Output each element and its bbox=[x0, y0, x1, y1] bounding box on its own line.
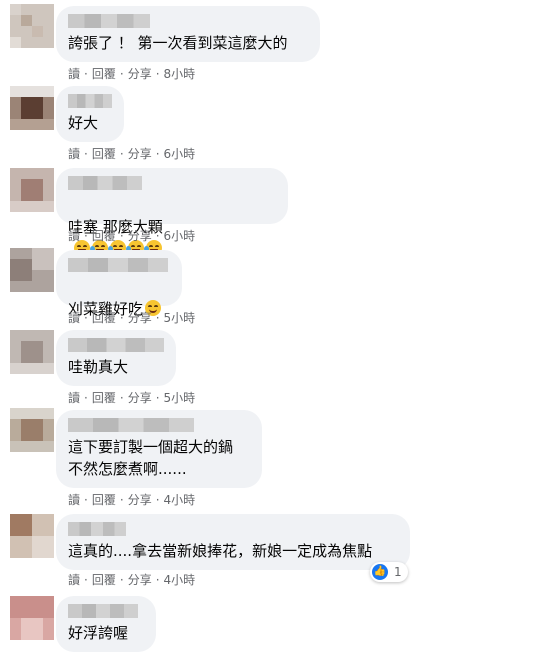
avatar[interactable] bbox=[10, 596, 54, 640]
like-icon: 👍 bbox=[372, 564, 388, 580]
comment-bubble: 好大 bbox=[56, 86, 124, 142]
comment-text: 這下要訂製一個超大的鍋 不然怎麼煮啊...... bbox=[68, 438, 234, 478]
comment-text: 好大 bbox=[68, 114, 99, 132]
comment-text: 這真的....拿去當新娘捧花，新娘一定成為焦點 bbox=[68, 542, 373, 560]
comment-actions: 讀 · 回覆 · 分享 · 5小時 bbox=[68, 390, 196, 406]
reply-link[interactable]: 回覆 bbox=[92, 572, 116, 588]
comment-actions: 讀 · 回覆 · 分享 · 4小時 bbox=[68, 572, 196, 588]
comment-actions: 讀 · 回覆 · 分享 · 6小時 bbox=[68, 146, 196, 162]
share-link[interactable]: 分享 bbox=[128, 572, 152, 588]
reply-link[interactable]: 回覆 bbox=[92, 146, 116, 162]
timestamp[interactable]: 8小時 bbox=[164, 66, 196, 82]
comment-bubble: 這下要訂製一個超大的鍋 不然怎麼煮啊...... bbox=[56, 410, 262, 488]
avatar[interactable] bbox=[10, 168, 54, 212]
reply-link[interactable]: 回覆 bbox=[92, 228, 116, 244]
comment-bubble: 這真的....拿去當新娘捧花，新娘一定成為焦點 bbox=[56, 514, 410, 570]
commenter-name[interactable] bbox=[68, 94, 112, 108]
comment-text: 誇張了 ！ 第一次看到菜這麼大的 bbox=[68, 34, 288, 52]
comment-bubble: 哇塞 那麼大顆 bbox=[56, 168, 288, 256]
timestamp[interactable]: 5小時 bbox=[164, 390, 196, 406]
share-link[interactable]: 分享 bbox=[128, 228, 152, 244]
commenter-name[interactable] bbox=[68, 14, 150, 28]
comment-bubble: 誇張了 ！ 第一次看到菜這麼大的 bbox=[56, 6, 320, 62]
comment-text: 好浮誇喔 bbox=[68, 624, 129, 642]
comment-actions: 讀 · 回覆 · 分享 · 4小時 bbox=[68, 492, 196, 508]
reaction-count[interactable]: 👍 1 bbox=[370, 562, 408, 582]
timestamp[interactable]: 6小時 bbox=[164, 228, 196, 244]
avatar[interactable] bbox=[10, 330, 54, 374]
read-link[interactable]: 讀 bbox=[68, 572, 80, 588]
reply-link[interactable]: 回覆 bbox=[92, 390, 116, 406]
reaction-count-number: 1 bbox=[394, 565, 402, 579]
read-link[interactable]: 讀 bbox=[68, 390, 80, 406]
avatar[interactable] bbox=[10, 408, 54, 452]
comment-actions: 讀 · 回覆 · 分享 · 6小時 bbox=[68, 228, 196, 244]
commenter-name[interactable] bbox=[68, 522, 126, 536]
read-link[interactable]: 讀 bbox=[68, 146, 80, 162]
commenter-name[interactable] bbox=[68, 176, 142, 190]
comment-actions: 讀 · 回覆 · 分享 · 8小時 bbox=[68, 66, 196, 82]
read-link[interactable]: 讀 bbox=[68, 310, 80, 326]
read-link[interactable]: 讀 bbox=[68, 228, 80, 244]
reply-link[interactable]: 回覆 bbox=[92, 492, 116, 508]
comment-actions: 讀 · 回覆 · 分享 · 5小時 bbox=[68, 310, 196, 326]
commenter-name[interactable] bbox=[68, 338, 164, 352]
avatar[interactable] bbox=[10, 248, 54, 292]
share-link[interactable]: 分享 bbox=[128, 390, 152, 406]
comment-text: 哇勒真大 bbox=[68, 358, 129, 376]
comment-bubble: 哇勒真大 bbox=[56, 330, 176, 386]
share-link[interactable]: 分享 bbox=[128, 66, 152, 82]
read-link[interactable]: 讀 bbox=[68, 492, 80, 508]
timestamp[interactable]: 5小時 bbox=[164, 310, 196, 326]
avatar[interactable] bbox=[10, 514, 54, 558]
timestamp[interactable]: 4小時 bbox=[164, 572, 196, 588]
commenter-name[interactable] bbox=[68, 258, 168, 272]
timestamp[interactable]: 4小時 bbox=[164, 492, 196, 508]
comment-bubble: 刈菜雞好吃 bbox=[56, 250, 182, 318]
share-link[interactable]: 分享 bbox=[128, 310, 152, 326]
avatar[interactable] bbox=[10, 86, 54, 130]
commenter-name[interactable] bbox=[68, 604, 138, 618]
commenter-name[interactable] bbox=[68, 418, 194, 432]
share-link[interactable]: 分享 bbox=[128, 492, 152, 508]
timestamp[interactable]: 6小時 bbox=[164, 146, 196, 162]
reply-link[interactable]: 回覆 bbox=[92, 310, 116, 326]
reply-link[interactable]: 回覆 bbox=[92, 66, 116, 82]
read-link[interactable]: 讀 bbox=[68, 66, 80, 82]
share-link[interactable]: 分享 bbox=[128, 146, 152, 162]
avatar[interactable] bbox=[10, 4, 54, 48]
